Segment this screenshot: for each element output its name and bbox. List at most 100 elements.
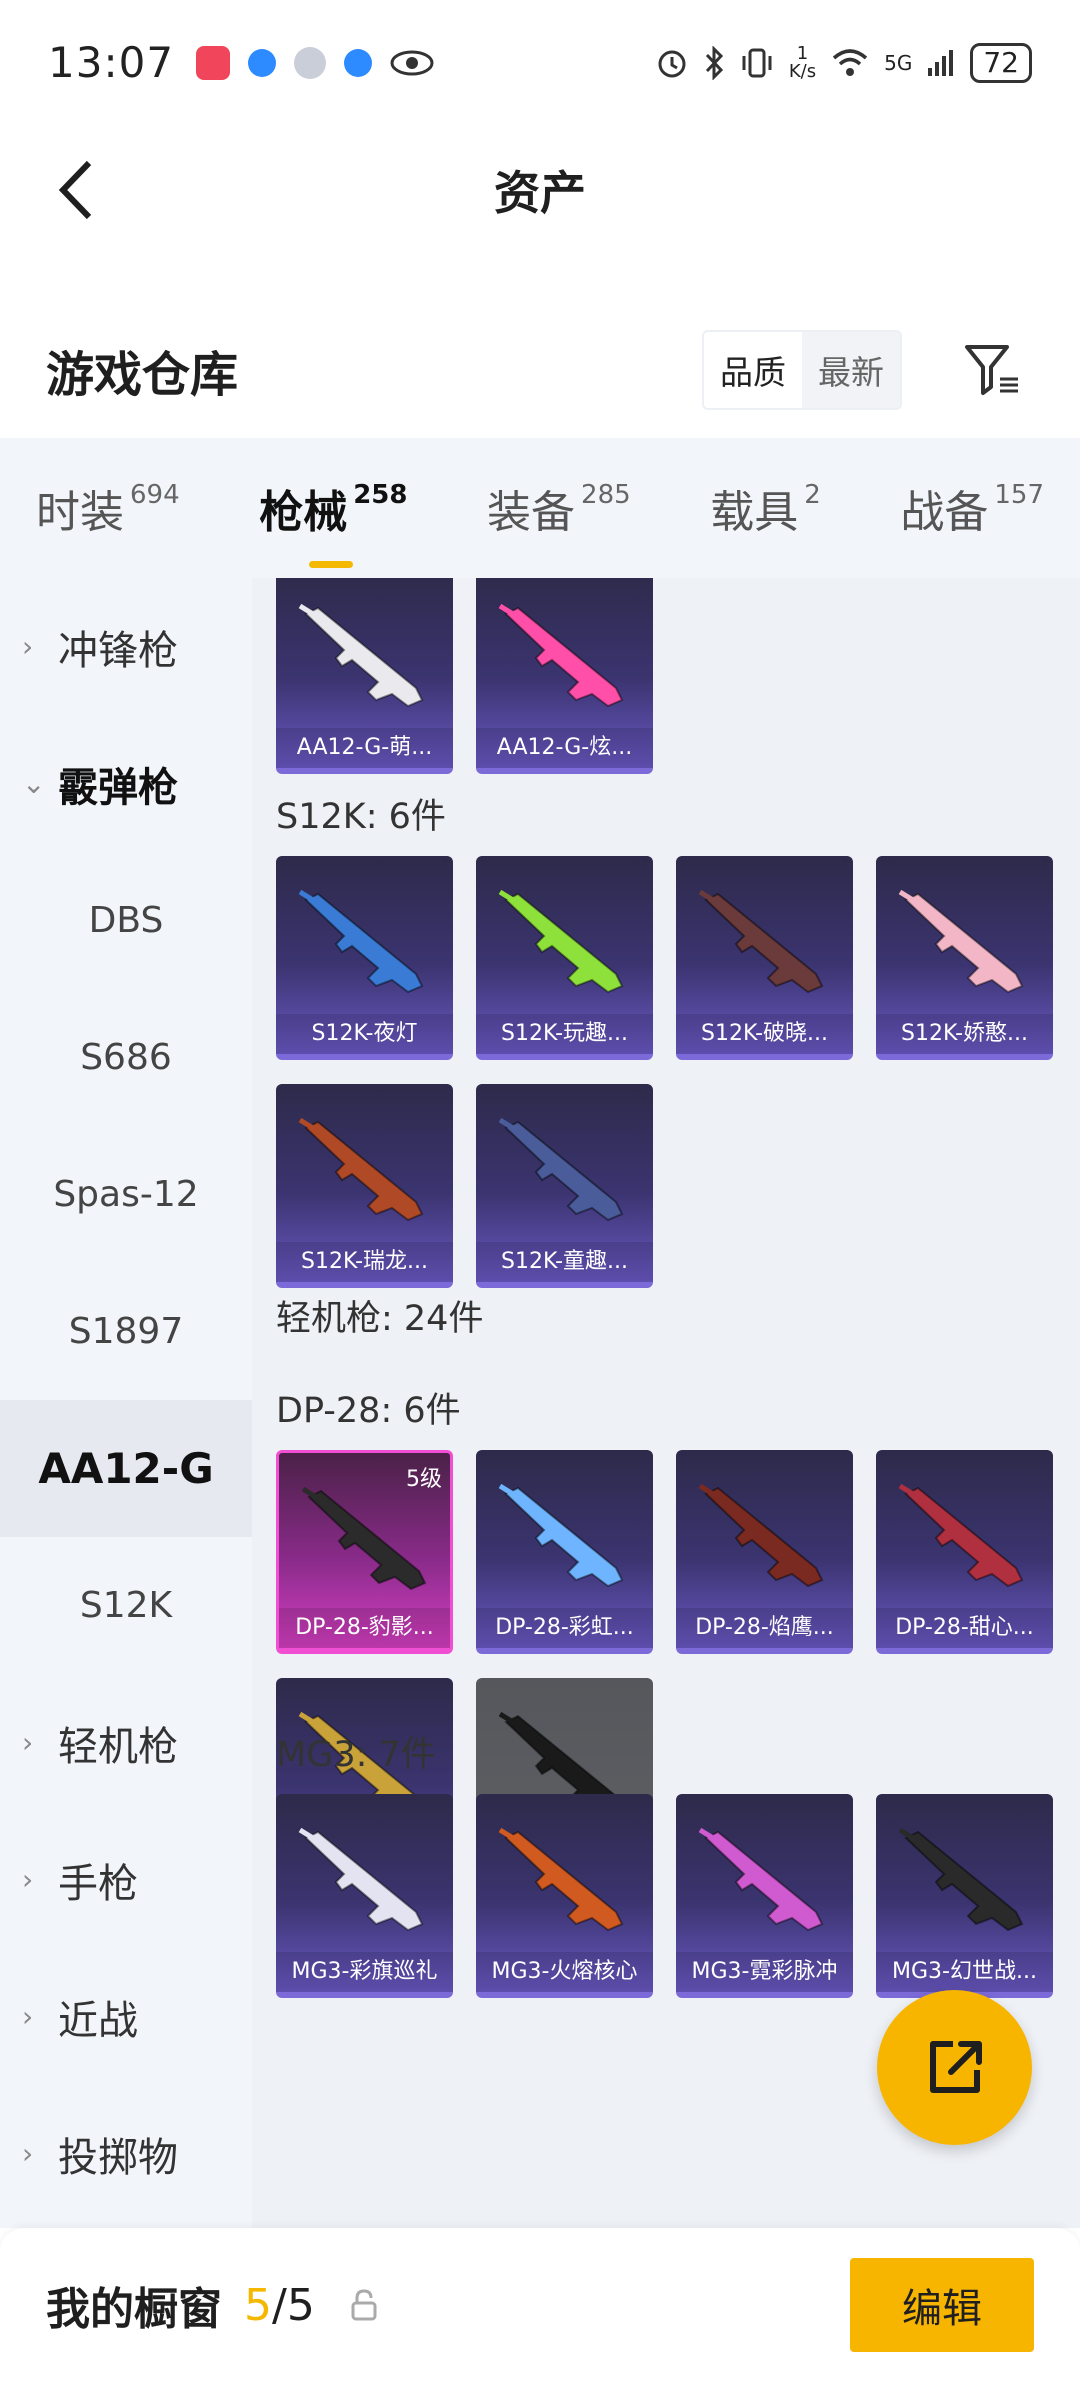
network-type: 5G	[884, 50, 913, 75]
browser-icon	[248, 48, 277, 77]
weapon-image	[298, 889, 424, 994]
showcase-total: 5	[286, 2279, 315, 2331]
shopping-app-icon	[196, 45, 231, 80]
sidebar-item-smg[interactable]: › 冲锋枪	[0, 578, 252, 715]
sidebar-item-shotgun[interactable]: ⌄ 霰弹枪	[0, 715, 252, 852]
weapon-image	[298, 603, 424, 708]
sidebar-item-dbs[interactable]: DBS	[0, 852, 252, 989]
skin-name: S12K-瑞龙...	[276, 1242, 453, 1282]
sidebar-item-label: Spas-12	[53, 1174, 199, 1215]
tab-supplies[interactable]: 战备 157	[900, 476, 1044, 540]
sort-newest-option[interactable]: 最新	[802, 332, 900, 408]
showcase-count: 5/5	[244, 2280, 315, 2331]
tab-equipment[interactable]: 装备 285	[487, 476, 631, 540]
sidebar-item-melee[interactable]: › 近战	[0, 1948, 252, 2085]
skin-card[interactable]: S12K-娇憨...	[876, 856, 1053, 1060]
sidebar-item-label: AA12-G	[38, 1444, 214, 1493]
skin-name: DP-28-焰鹰...	[676, 1608, 853, 1648]
bluetooth-icon	[705, 45, 723, 80]
sidebar-item-s12k[interactable]: S12K	[0, 1537, 252, 1674]
weapon-image	[498, 889, 624, 994]
skin-card[interactable]: 5级 DP-28-豹影...	[276, 1450, 453, 1654]
warehouse-header: 游戏仓库 品质 最新	[0, 320, 1080, 420]
group-header: MG3: 7件	[276, 1735, 436, 1775]
sidebar-item-label: 手枪	[58, 1860, 138, 1907]
skin-card[interactable]: DP-28-焰鹰...	[676, 1450, 853, 1654]
sidebar-item-label: DBS	[88, 900, 164, 941]
edit-button[interactable]: 编辑	[850, 2258, 1034, 2352]
category-tabs: 时装 694 枪械 258 装备 285 载具 2 战备 157	[0, 438, 1080, 578]
weapon-image	[498, 1483, 624, 1588]
sidebar-item-throwables[interactable]: › 投掷物	[0, 2085, 252, 2222]
skin-card[interactable]: S12K-玩趣...	[476, 856, 653, 1060]
sort-quality-option[interactable]: 品质	[704, 332, 802, 408]
skin-card[interactable]: DP-28-彩虹...	[476, 1450, 653, 1654]
tab-firearms[interactable]: 枪械 258	[259, 476, 408, 568]
skin-card[interactable]: DP-28-甜心...	[876, 1450, 1053, 1654]
share-external-icon	[929, 2040, 982, 2093]
back-button[interactable]	[40, 155, 110, 225]
tab-vehicles[interactable]: 载具 2	[710, 476, 821, 540]
skin-name: AA12-G-萌...	[276, 728, 453, 768]
chevron-right-icon: ›	[22, 2137, 34, 2170]
skin-card[interactable]: MG3-彩旗巡礼	[276, 1794, 453, 1998]
sidebar-item-lmg[interactable]: › 轻机枪	[0, 1674, 252, 1811]
sidebar-item-spas12[interactable]: Spas-12	[0, 1126, 252, 1263]
skin-card[interactable]: MG3-霓彩脉冲	[676, 1794, 853, 1998]
chevron-right-icon: ›	[22, 630, 34, 663]
sidebar-item-label: S12K	[79, 1585, 173, 1626]
skin-card[interactable]: S12K-童趣...	[476, 1084, 653, 1288]
wifi-icon	[832, 48, 868, 76]
tab-label: 装备	[487, 487, 576, 538]
skin-card[interactable]: MG3-幻世战...	[876, 1794, 1053, 1998]
section-title: 游戏仓库	[46, 347, 239, 403]
sidebar-item-pistol[interactable]: › 手枪	[0, 1811, 252, 1948]
tab-label: 时装	[36, 487, 124, 538]
page-title: 资产	[494, 166, 586, 220]
skin-name: AA12-G-炫...	[476, 728, 653, 768]
skin-card[interactable]: AA12-G-萌...	[276, 578, 453, 774]
skin-card[interactable]: S12K-夜灯	[276, 856, 453, 1060]
chevron-down-icon: ⌄	[22, 767, 46, 800]
showcase-separator: /	[272, 2279, 287, 2331]
tab-count: 2	[804, 480, 821, 510]
status-time: 13:07	[48, 38, 175, 87]
skin-card[interactable]: S12K-破晓...	[676, 856, 853, 1060]
sidebar-item-s686[interactable]: S686	[0, 989, 252, 1126]
chevron-right-icon: ›	[22, 2000, 34, 2033]
avatar-notification-icon	[294, 46, 327, 79]
chevron-right-icon: ›	[22, 1863, 34, 1896]
weapon-type-sidebar: › 冲锋枪 ⌄ 霰弹枪 DBS S686 Spas-12 S1897 AA12-…	[0, 578, 252, 2228]
group-header: DP-28: 6件	[276, 1391, 461, 1431]
battery-indicator: 72	[970, 42, 1032, 83]
skin-card[interactable]: MG3-火熔核心	[476, 1794, 653, 1998]
skin-name: S12K-破晓...	[676, 1014, 853, 1054]
sort-toggle: 品质 最新	[702, 330, 902, 410]
tab-count: 258	[353, 480, 408, 510]
sidebar-item-s1897[interactable]: S1897	[0, 1263, 252, 1400]
sidebar-item-aa12g[interactable]: AA12-G	[0, 1400, 252, 1537]
skin-name: S12K-娇憨...	[876, 1014, 1053, 1054]
share-button[interactable]	[877, 1990, 1032, 2145]
skin-name: MG3-霓彩脉冲	[676, 1952, 853, 1992]
tab-fashion[interactable]: 时装 694	[36, 476, 180, 540]
browser-icon-2	[344, 48, 373, 77]
page-header: 资产	[0, 125, 1080, 255]
alarm-icon	[658, 50, 686, 77]
notification-icons	[196, 45, 434, 80]
weapon-image	[298, 1827, 424, 1932]
filter-button[interactable]	[958, 335, 1028, 405]
skin-name: MG3-火熔核心	[476, 1952, 653, 1992]
weapon-image	[698, 889, 824, 994]
skin-name: MG3-幻世战...	[876, 1952, 1053, 1992]
tab-label: 载具	[710, 487, 799, 538]
active-tab-indicator	[309, 561, 354, 568]
group-header: 轻机枪: 24件	[276, 1299, 484, 1339]
skin-card[interactable]: S12K-瑞龙...	[276, 1084, 453, 1288]
skin-card[interactable]: AA12-G-炫...	[476, 578, 653, 774]
showcase-bar: 我的橱窗 5/5 编辑	[0, 2228, 1080, 2382]
chevron-left-icon	[58, 160, 92, 220]
chevron-right-icon: ›	[22, 1726, 34, 1759]
skin-name: S12K-童趣...	[476, 1242, 653, 1282]
showcase-label: 我的橱窗	[46, 2284, 222, 2335]
